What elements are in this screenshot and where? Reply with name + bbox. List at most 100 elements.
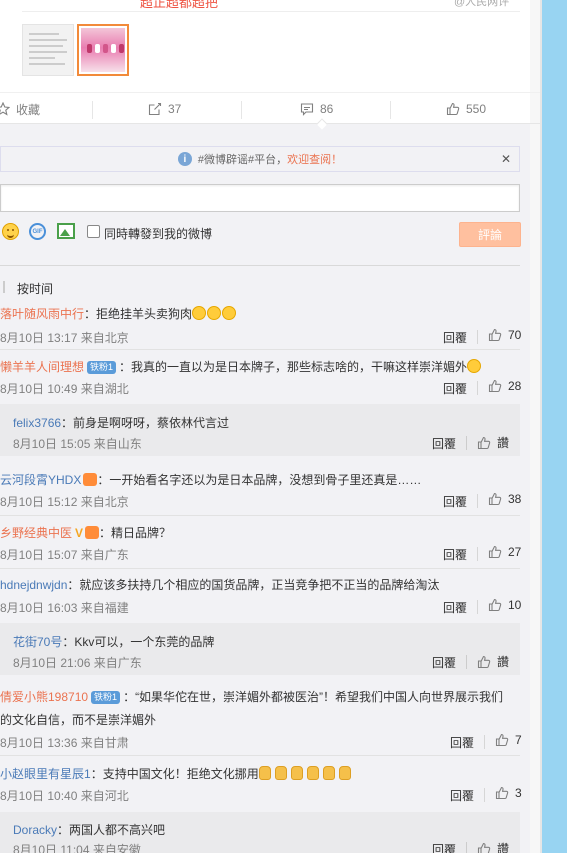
comment-text: ：支持中国文化！拒绝文化挪用 [90,767,259,781]
comment-like-button[interactable]: 7 [495,733,522,747]
notice-link[interactable]: 欢迎查阅！ [287,151,342,167]
sub-comment-like-button[interactable]: 讚 [477,434,509,451]
sub-comment-username[interactable]: felix3766 [13,416,61,430]
comment-username[interactable]: hdnejdnwjdn [0,578,67,592]
comment-item: 小赵眼里有星辰1：支持中国文化！拒绝文化挪用 8月10日 10:40 来自河北 … [0,765,522,809]
thumbs-up-icon [488,545,502,559]
reply-button[interactable]: 回覆 [443,599,467,616]
level-badge-icon [85,526,100,539]
repost-button[interactable]: 37 [148,101,181,117]
thumbs-up-icon [446,102,460,116]
comment-username[interactable]: 乡野经典中医 [0,526,72,540]
comment-item: 乡野经典中医 V ：精日品牌？ 8月10日 15:07 来自广东 回覆 27 [0,521,521,569]
sub-comment-item: 花街70号：Kkv可以，一个东莞的品牌 8月10日 21:06 来自广东 回覆 … [0,623,520,675]
reply-button[interactable]: 回覆 [443,329,467,346]
sub-comment-like-button[interactable]: 讚 [477,653,509,670]
fan-badge: 铁粉1 [91,691,121,704]
thumbs-up-icon [488,379,502,393]
comment-like-button[interactable]: 27 [488,545,521,559]
thumbs-up-icon [477,436,491,449]
repost-count: 37 [168,102,182,116]
sync-repost-checkbox[interactable] [87,225,100,238]
gif-icon[interactable]: GIF [29,223,46,240]
sub-comment-meta: 8月10日 11:04 来自安徽 [13,843,141,853]
comment-input[interactable] [0,184,520,212]
emoji-icon [467,359,482,373]
comment-button[interactable]: 86 [300,101,333,117]
comment-item: 云河段霄YHDX ：一开始看名字还以为是日本品牌，没想到骨子里还真是…… 8月10… [0,468,521,516]
image-thumbnail-2-selected[interactable] [77,24,129,76]
reply-button[interactable]: 回覆 [450,734,474,751]
image-upload-icon[interactable] [57,223,75,239]
comment-item: hdnejdnwjdn：就应该多扶持几个相应的国货品牌，正当竞争把不正当的品牌给… [0,576,521,620]
thumbs-up-icon [495,733,509,747]
reply-button[interactable]: 回覆 [443,546,467,563]
comment-icon [300,103,314,116]
sub-comment-username[interactable]: 花街70号 [13,635,62,649]
notice-text: #微博辟谣#平台， [197,154,288,166]
favorite-label: 收藏 [16,102,41,117]
fan-badge: 铁粉1 [87,361,117,374]
comment-item: 倩爱小熊198710 铁粉1 ：“如果华佗在世，崇洋媚外都被医治”！希望我们中国人向… [0,688,522,756]
comment-like-button[interactable]: 70 [488,328,521,342]
reply-button[interactable]: 回覆 [432,654,456,671]
comment-text: ：我真的一直以为是日本牌子，那些标志啥的，干嘛这样崇洋媚外 [119,360,468,374]
post-action-bar: 收藏 37 86 550 [0,92,540,124]
reply-button[interactable]: 回覆 [432,435,456,452]
page-right-background [540,0,567,853]
sub-comment-username[interactable]: Doracky [13,823,57,837]
sub-comment-like-button[interactable]: 讚 [477,840,509,853]
sub-comment-meta: 8月10日 15:05 来自山东 [13,437,142,451]
reply-button[interactable]: 回覆 [432,841,456,853]
thumbs-up-icon [488,492,502,506]
comment-like-button[interactable]: 38 [488,492,521,506]
composer-toolbar: GIF 同時轉發到我的微博 評論 [0,222,521,247]
comment-like-button[interactable]: 3 [495,786,522,800]
emoji-icon[interactable] [2,223,19,240]
comment-username[interactable]: 倩爱小熊198710 [0,690,88,704]
reply-button[interactable]: 回覆 [443,380,467,397]
thumbs-up-emoji-icon [274,766,287,780]
comment-meta: 8月10日 13:36 来自甘肃 [0,736,129,750]
submit-comment-button[interactable]: 評論 [459,222,521,247]
comment-meta: 8月10日 15:12 来自北京 [0,495,129,509]
sub-comment-text: ：Kkv可以，一个东莞的品牌 [62,635,215,649]
thumbs-up-emoji-icon [258,766,271,780]
reply-button[interactable]: 回覆 [450,787,474,804]
comment-like-button[interactable]: 10 [488,598,521,612]
star-icon [0,102,10,116]
comment-username[interactable]: 落叶随风雨中行 [0,307,84,321]
comment-meta: 8月10日 10:49 来自湖北 [0,382,129,396]
post-image-preview-strip: 超正超都超把 @人民网评 [22,0,520,12]
comment-like-button[interactable]: 28 [488,379,521,393]
reply-button[interactable]: 回覆 [443,493,467,510]
sort-indicator [3,281,5,293]
sync-repost-label: 同時轉發到我的微博 [104,227,213,241]
comment-text: ：“如果华佗在世，崇洋媚外都被医治”！希望我们中国人向世界展示我们 [123,690,504,704]
sort-by-time-tab[interactable]: 按时间 [17,280,53,297]
comment-meta: 8月10日 15:07 来自广东 [0,548,129,562]
comment-text: ：精日品牌？ [99,526,172,540]
favorite-button[interactable]: 收藏 [0,101,40,117]
verified-v-icon: V [75,526,84,540]
comment-username[interactable]: 小赵眼里有星辰1 [0,767,91,781]
close-icon[interactable]: ✕ [501,152,511,166]
comment-username[interactable]: 云河段霄YHDX [0,473,81,487]
comment-text: ：一开始看名字还以为是日本品牌，没想到骨子里还真是…… [97,473,422,487]
emoji-icon [207,306,222,320]
sub-comment-text: ：两国人都不高兴吧 [57,823,166,837]
comment-item: 落叶随风雨中行：拒绝挂羊头卖狗肉 8月10日 13:17 来自北京 回覆 70 [0,303,521,350]
page-gutter [530,0,540,853]
image-thumbnail-1[interactable] [22,24,74,76]
sub-comment-item: felix3766：前身是啊呀呀，蔡依林代言过 8月10日 15:05 来自山东… [0,404,520,456]
rumor-notice-bar: i #微博辟谣#平台， 欢迎查阅！ ✕ [0,146,520,172]
like-button[interactable]: 550 [446,101,486,117]
thumbs-up-emoji-icon [322,766,335,780]
comment-count: 86 [320,102,334,116]
comment-username[interactable]: 懒羊羊人间理想 [0,360,84,374]
comment-text: ：就应该多扶持几个相应的国货品牌，正当竞争把不正当的品牌给淘汰 [67,578,440,592]
divider [0,265,520,266]
emoji-icon [192,306,207,320]
banner-text: 超正超都超把 [140,0,219,10]
sub-comment-meta: 8月10日 21:06 来自广东 [13,656,142,670]
